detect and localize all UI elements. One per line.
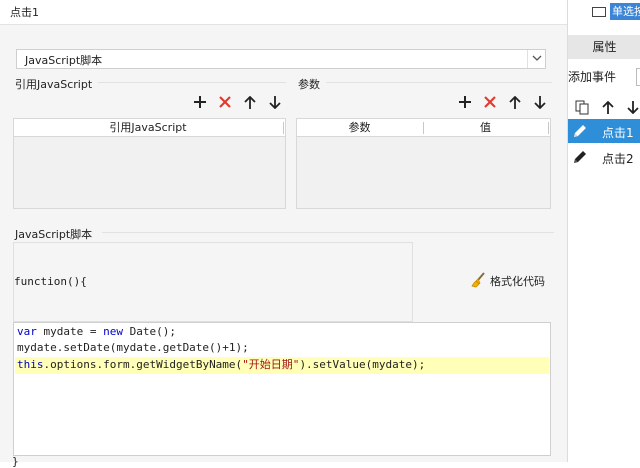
move-up-icon[interactable] [241, 93, 259, 111]
code-line-2: mydate.setDate(mydate.getDate()+1); [17, 341, 249, 354]
move-down-icon[interactable] [624, 98, 640, 116]
column-divider [548, 122, 549, 134]
params-label: 参数 [298, 78, 320, 91]
format-code-button[interactable]: 格式化代码 [470, 271, 545, 291]
tab-properties[interactable]: 属性 [568, 35, 640, 59]
radio-widget-icon [592, 7, 606, 17]
broom-icon [470, 271, 486, 291]
script-label: JavaScript脚本 [15, 228, 93, 241]
delete-icon[interactable] [216, 93, 234, 111]
function-header-box: function(){ [13, 242, 413, 322]
event-type-select[interactable]: JavaScript脚本 [16, 49, 546, 69]
add-event-label: 添加事件 [568, 70, 617, 84]
event-item-click2[interactable]: 点击2 [568, 145, 640, 169]
widget-tree-item[interactable]: 单选按钮组 [568, 3, 640, 21]
divider [98, 82, 286, 83]
ref-js-table-header: 引用JavaScript [14, 119, 285, 137]
js-event-dialog: 点击1 JavaScript脚本 引用JavaScript 引用JavaScri… [0, 0, 568, 468]
add-icon[interactable] [456, 93, 474, 111]
column-divider [283, 122, 284, 134]
divider [326, 82, 552, 83]
ref-js-table[interactable]: 引用JavaScript [13, 118, 286, 209]
dialog-title: 点击1 [10, 6, 39, 19]
divider [102, 232, 554, 233]
move-up-icon[interactable] [599, 98, 617, 116]
code-editor[interactable]: var mydate = new Date(); mydate.setDate(… [13, 322, 551, 456]
move-up-icon[interactable] [506, 93, 524, 111]
params-table[interactable]: 参数 值 [296, 118, 551, 209]
code-line-1: var mydate = new Date(); [17, 325, 176, 338]
widget-tree-label: 单选按钮组 [610, 3, 640, 20]
pencil-icon [572, 123, 588, 142]
properties-panel: 单选按钮组 属性 添加事件 点击1 点击2 [567, 0, 640, 462]
event-label: 点击2 [602, 152, 634, 166]
copy-icon[interactable] [573, 98, 591, 116]
column-header-ref-js: 引用JavaScript [109, 121, 187, 134]
move-down-icon[interactable] [531, 93, 549, 111]
code-line-3: this.options.form.getWidgetByName("开始日期"… [17, 358, 426, 371]
event-type-value: JavaScript脚本 [25, 54, 103, 67]
params-table-header: 参数 值 [297, 119, 550, 137]
column-header-param: 参数 [348, 121, 371, 134]
column-header-value: 值 [480, 121, 491, 134]
title-bar: 点击1 [0, 0, 568, 25]
event-item-click1[interactable]: 点击1 [568, 119, 640, 143]
format-code-label: 格式化代码 [490, 275, 545, 288]
add-icon[interactable] [191, 93, 209, 111]
delete-icon[interactable] [481, 93, 499, 111]
pencil-icon [572, 149, 588, 168]
ref-js-label: 引用JavaScript [15, 78, 93, 91]
add-event-select[interactable] [636, 68, 640, 86]
move-down-icon[interactable] [266, 93, 284, 111]
function-header: function(){ [14, 275, 87, 288]
chevron-down-icon[interactable] [527, 50, 545, 68]
event-label: 点击1 [602, 126, 634, 140]
